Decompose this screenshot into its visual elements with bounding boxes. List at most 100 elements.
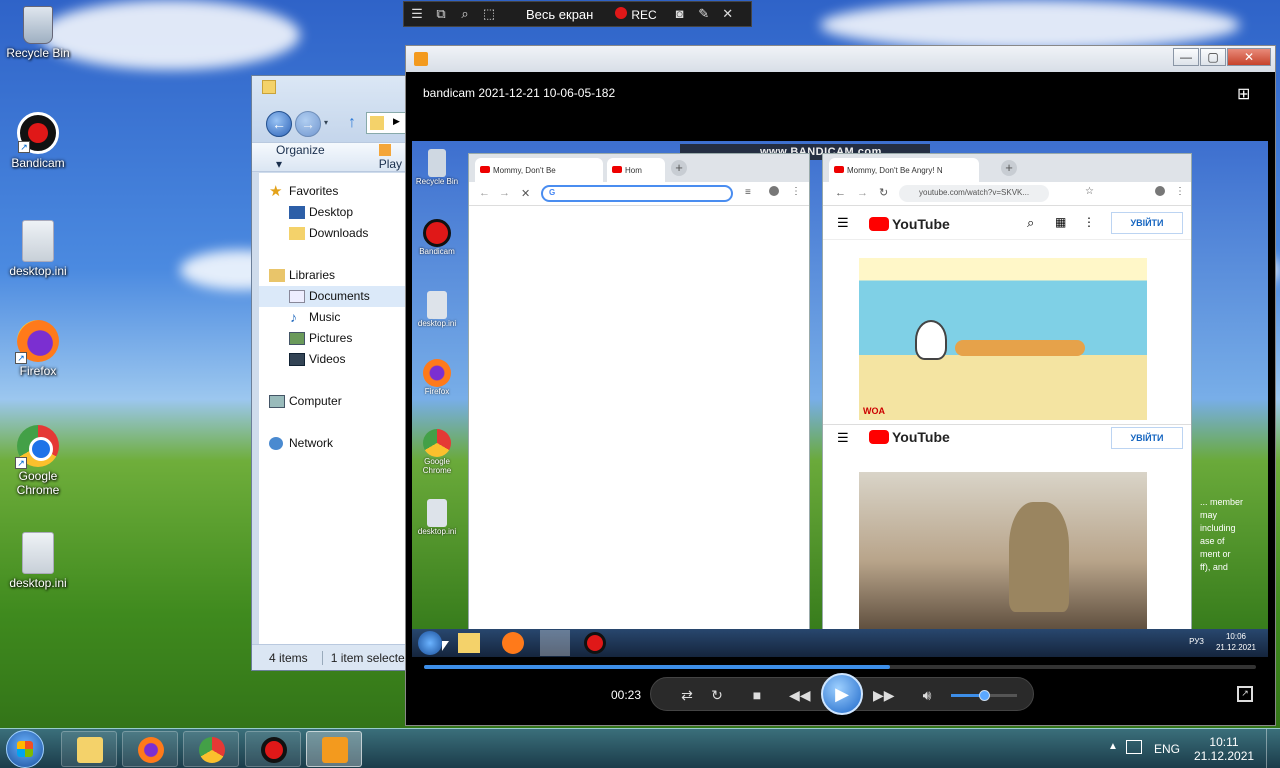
url-field[interactable]: youtube.com/watch?v=SKVK... bbox=[899, 185, 1049, 202]
taskbar-firefox[interactable] bbox=[122, 731, 178, 767]
reload-icon[interactable]: ↻ bbox=[879, 186, 888, 199]
nav-item-downloads[interactable]: Downloads bbox=[259, 223, 420, 244]
bandicam-icon bbox=[261, 737, 287, 763]
kebab-menu-icon[interactable]: ⋮ bbox=[1175, 186, 1185, 197]
volume-knob[interactable] bbox=[979, 690, 990, 701]
forward-arrow-icon[interactable]: → bbox=[857, 187, 868, 199]
desktop-icon-chrome[interactable]: ↗ Google Chrome bbox=[2, 425, 74, 497]
shuffle-icon[interactable]: ⇄ bbox=[677, 686, 697, 704]
desktop-icon-recycle-bin[interactable]: Recycle Bin bbox=[2, 6, 74, 60]
hamburger-menu-icon[interactable]: ☰ bbox=[837, 430, 849, 446]
start-button[interactable] bbox=[6, 730, 44, 768]
network-status-icon[interactable] bbox=[1126, 740, 1142, 754]
window-mode-icon[interactable]: ⧉ bbox=[430, 3, 452, 25]
play-button[interactable]: ▶ bbox=[821, 673, 863, 715]
profile-icon[interactable] bbox=[1155, 186, 1165, 196]
browser-toolbar: ← → ↻ youtube.com/watch?v=SKVK... ☆ ⋮ bbox=[823, 182, 1191, 206]
nav-item-libraries[interactable]: Libraries bbox=[259, 265, 420, 286]
rewind-icon[interactable]: ◀◀ bbox=[789, 686, 811, 704]
clock[interactable]: 10:11 21.12.2021 bbox=[1194, 735, 1254, 763]
hamburger-menu-icon[interactable]: ☰ bbox=[837, 215, 849, 231]
kebab-menu-icon[interactable]: ⋮ bbox=[791, 186, 801, 197]
organize-button[interactable]: Organize ▾ bbox=[276, 143, 325, 171]
desktop-icon-bandicam[interactable]: ↗ Bandicam bbox=[2, 112, 74, 170]
region-search-icon[interactable]: ⌕ bbox=[454, 3, 476, 25]
volume-slider[interactable] bbox=[951, 690, 1017, 701]
nav-item-label: Pictures bbox=[309, 331, 353, 345]
back-arrow-icon[interactable]: ← bbox=[479, 187, 490, 199]
back-button[interactable]: ← bbox=[266, 111, 292, 137]
desktop-icon-desktop-ini[interactable]: desktop.ini bbox=[2, 220, 74, 278]
taskbar-chrome[interactable] bbox=[183, 731, 239, 767]
browser-tab-active[interactable]: Hom bbox=[607, 158, 665, 182]
close-icon[interactable]: ✕ bbox=[717, 3, 739, 25]
record-label: REC bbox=[631, 7, 657, 22]
repeat-icon[interactable]: ↻ bbox=[707, 686, 727, 704]
search-icon[interactable]: ⌕ bbox=[1027, 215, 1034, 231]
browser-tab-active[interactable]: Mommy, Don't Be Angry! N bbox=[829, 158, 979, 182]
tab-title: Mommy, Don't Be Angry! N bbox=[847, 166, 943, 175]
bookmark-star-icon[interactable]: ☆ bbox=[1085, 186, 1094, 197]
mini-desktop-icon: Google Chrome bbox=[415, 429, 459, 475]
youtube-logo[interactable]: YouTube bbox=[869, 429, 950, 445]
stop-loading-icon[interactable]: ✕ bbox=[521, 187, 530, 200]
forward-arrow-icon[interactable]: → bbox=[499, 187, 510, 199]
nav-item-favorites[interactable]: ★ Favorites bbox=[259, 181, 420, 202]
language-indicator[interactable]: ENG bbox=[1154, 742, 1180, 756]
sign-in-button[interactable]: УВІЙТИ bbox=[1111, 427, 1183, 449]
show-hidden-icons-icon[interactable]: ▲ bbox=[1108, 741, 1118, 752]
new-tab-button[interactable]: + bbox=[671, 160, 687, 176]
record-button[interactable]: REC bbox=[615, 6, 657, 22]
taskbar-bandicam-player[interactable] bbox=[306, 731, 362, 767]
close-button[interactable]: ✕ bbox=[1227, 48, 1271, 66]
nav-item-documents[interactable]: Documents bbox=[259, 286, 420, 307]
nav-item-computer[interactable]: Computer bbox=[259, 391, 420, 412]
fullscreen-icon[interactable]: ↗ bbox=[1237, 686, 1253, 702]
status-item-count: 4 items bbox=[269, 650, 308, 665]
back-arrow-icon[interactable]: ← bbox=[835, 187, 846, 199]
pencil-icon[interactable]: ✎ bbox=[693, 3, 715, 25]
select-region-icon[interactable]: ⬚ bbox=[478, 3, 500, 25]
address-bar[interactable]: ▶ bbox=[366, 112, 406, 134]
taskbar-explorer[interactable] bbox=[61, 731, 117, 767]
menu-icon[interactable]: ☰ bbox=[406, 3, 428, 25]
cartoon-video-thumbnail[interactable]: WOA bbox=[859, 258, 1147, 420]
minimize-button[interactable]: — bbox=[1173, 48, 1199, 66]
settings-dots-icon[interactable]: ⋮ bbox=[1083, 215, 1095, 229]
show-desktop-button[interactable] bbox=[1266, 729, 1280, 768]
nav-item-label: Libraries bbox=[289, 268, 336, 282]
layout-toggle-icon[interactable]: ⊞ bbox=[1237, 84, 1257, 103]
browser-tab[interactable]: Mommy, Don't Be bbox=[475, 158, 603, 182]
volume-icon[interactable]: 🔊︎ bbox=[917, 686, 937, 704]
taskbar-bandicam[interactable] bbox=[245, 731, 301, 767]
youtube-logo[interactable]: YouTube bbox=[869, 216, 950, 232]
desktop-icon-firefox[interactable]: ↗ Firefox bbox=[2, 320, 74, 378]
video-frame[interactable]: Recycle Bin Bandicam desktop.ini Firefox… bbox=[412, 141, 1268, 657]
chevron-down-icon[interactable]: ▾ bbox=[324, 118, 332, 127]
omnibox[interactable]: G bbox=[541, 185, 733, 202]
ice-age-video-frame[interactable] bbox=[859, 472, 1147, 634]
apps-grid-icon[interactable]: ▦ bbox=[1055, 215, 1066, 229]
sign-in-button[interactable]: УВІЙТИ bbox=[1111, 212, 1183, 234]
nav-item-network[interactable]: Network bbox=[259, 433, 420, 454]
nav-item-videos[interactable]: Videos bbox=[259, 349, 420, 370]
music-icon: ♪ bbox=[290, 309, 297, 325]
mini-start-icon bbox=[418, 631, 442, 655]
nav-item-desktop[interactable]: Desktop bbox=[259, 202, 420, 223]
seek-bar[interactable] bbox=[424, 665, 1256, 669]
nav-item-music[interactable]: ♪ Music bbox=[259, 307, 420, 328]
profile-icon[interactable] bbox=[769, 186, 779, 196]
up-arrow-icon[interactable]: ↑ bbox=[348, 114, 356, 132]
forward-button[interactable]: → bbox=[295, 111, 321, 137]
nav-item-pictures[interactable]: Pictures bbox=[259, 328, 420, 349]
maximize-button[interactable]: ▢ bbox=[1200, 48, 1226, 66]
tab-search-icon[interactable]: ≡ bbox=[745, 187, 751, 198]
desktop-icon-desktop-ini-2[interactable]: desktop.ini bbox=[2, 532, 74, 590]
system-tray: ▲ ENG 10:11 21.12.2021 bbox=[1080, 729, 1280, 768]
new-tab-button[interactable]: + bbox=[1001, 160, 1017, 176]
camera-icon[interactable]: ◙ bbox=[669, 3, 691, 25]
play-icon bbox=[378, 144, 391, 156]
stop-icon[interactable]: ■ bbox=[747, 686, 767, 704]
fast-forward-icon[interactable]: ▶▶ bbox=[873, 686, 895, 704]
capture-mode-label[interactable]: Весь екран bbox=[526, 7, 593, 22]
